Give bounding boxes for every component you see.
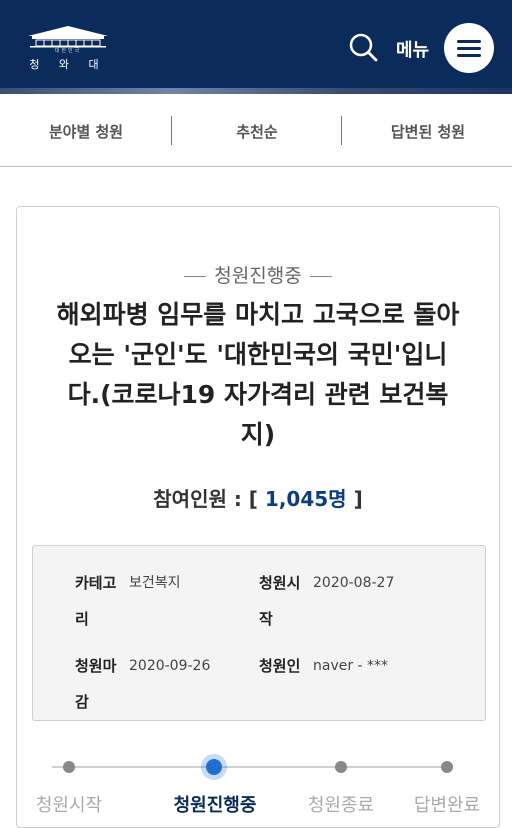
- site-header: 대한민국 청 와 대 메뉴: [0, 0, 512, 92]
- status-label: 청원진행중: [214, 265, 302, 287]
- step-label-start: 청원시작: [35, 795, 103, 816]
- step-dot-active: [206, 759, 222, 775]
- step-dot: [63, 761, 75, 773]
- participants-prefix: 참여인원 : [: [153, 487, 258, 511]
- participants-suffix: ]: [353, 487, 363, 511]
- search-icon[interactable]: [348, 32, 378, 62]
- tab-divider: [341, 116, 342, 145]
- start-value: 2020-08-27: [313, 575, 395, 591]
- end-value: 2020-09-26: [129, 658, 211, 674]
- petitioner-value: naver - ***: [313, 658, 389, 674]
- category-value: 보건복지: [129, 575, 181, 591]
- start-label: 청원시작: [259, 574, 301, 628]
- hamburger-icon[interactable]: [444, 23, 494, 73]
- tab-answered[interactable]: 답변된 청원: [353, 121, 503, 142]
- tab-divider: [171, 116, 172, 145]
- step-label-answered: 답변완료: [413, 795, 481, 816]
- step-dot: [335, 761, 347, 773]
- step-label-in-progress: 청원진행중: [173, 795, 257, 816]
- step-label-closed: 청원종료: [307, 795, 375, 816]
- tab-category[interactable]: 분야별 청원: [11, 121, 161, 142]
- menu-label[interactable]: 메뉴: [396, 36, 429, 62]
- petition-info-box: 카테고리 보건복지 청원시작 2020-08-27 청원마감 2020-09-2…: [32, 545, 486, 721]
- end-label: 청원마감: [75, 657, 117, 711]
- tab-bar: 분야별 청원 추천순 답변된 청원: [0, 94, 512, 167]
- participants-number: 1,045명: [264, 487, 347, 511]
- tab-recommended[interactable]: 추천순: [182, 121, 332, 142]
- petition-status: 청원진행중: [17, 261, 499, 288]
- status-rule: [309, 276, 332, 277]
- step-dot: [441, 761, 453, 773]
- petition-card: 청원진행중 해외파병 임무를 마치고 고국으로 돌아오는 '군인'도 '대한민국…: [16, 206, 500, 828]
- status-rule: [184, 276, 207, 277]
- progress-track: [52, 766, 450, 768]
- petitioner-label: 청원인: [259, 657, 301, 675]
- category-label: 카테고리: [75, 574, 117, 628]
- logo-text: 청 와 대: [29, 58, 107, 71]
- logo-subtext: 대한민국: [54, 48, 82, 54]
- petition-title: 해외파병 임무를 마치고 고국으로 돌아오는 '군인'도 '대한민국의 국민'입…: [56, 300, 460, 449]
- participant-count: 참여인원 : [ 1,045명 ]: [17, 483, 499, 512]
